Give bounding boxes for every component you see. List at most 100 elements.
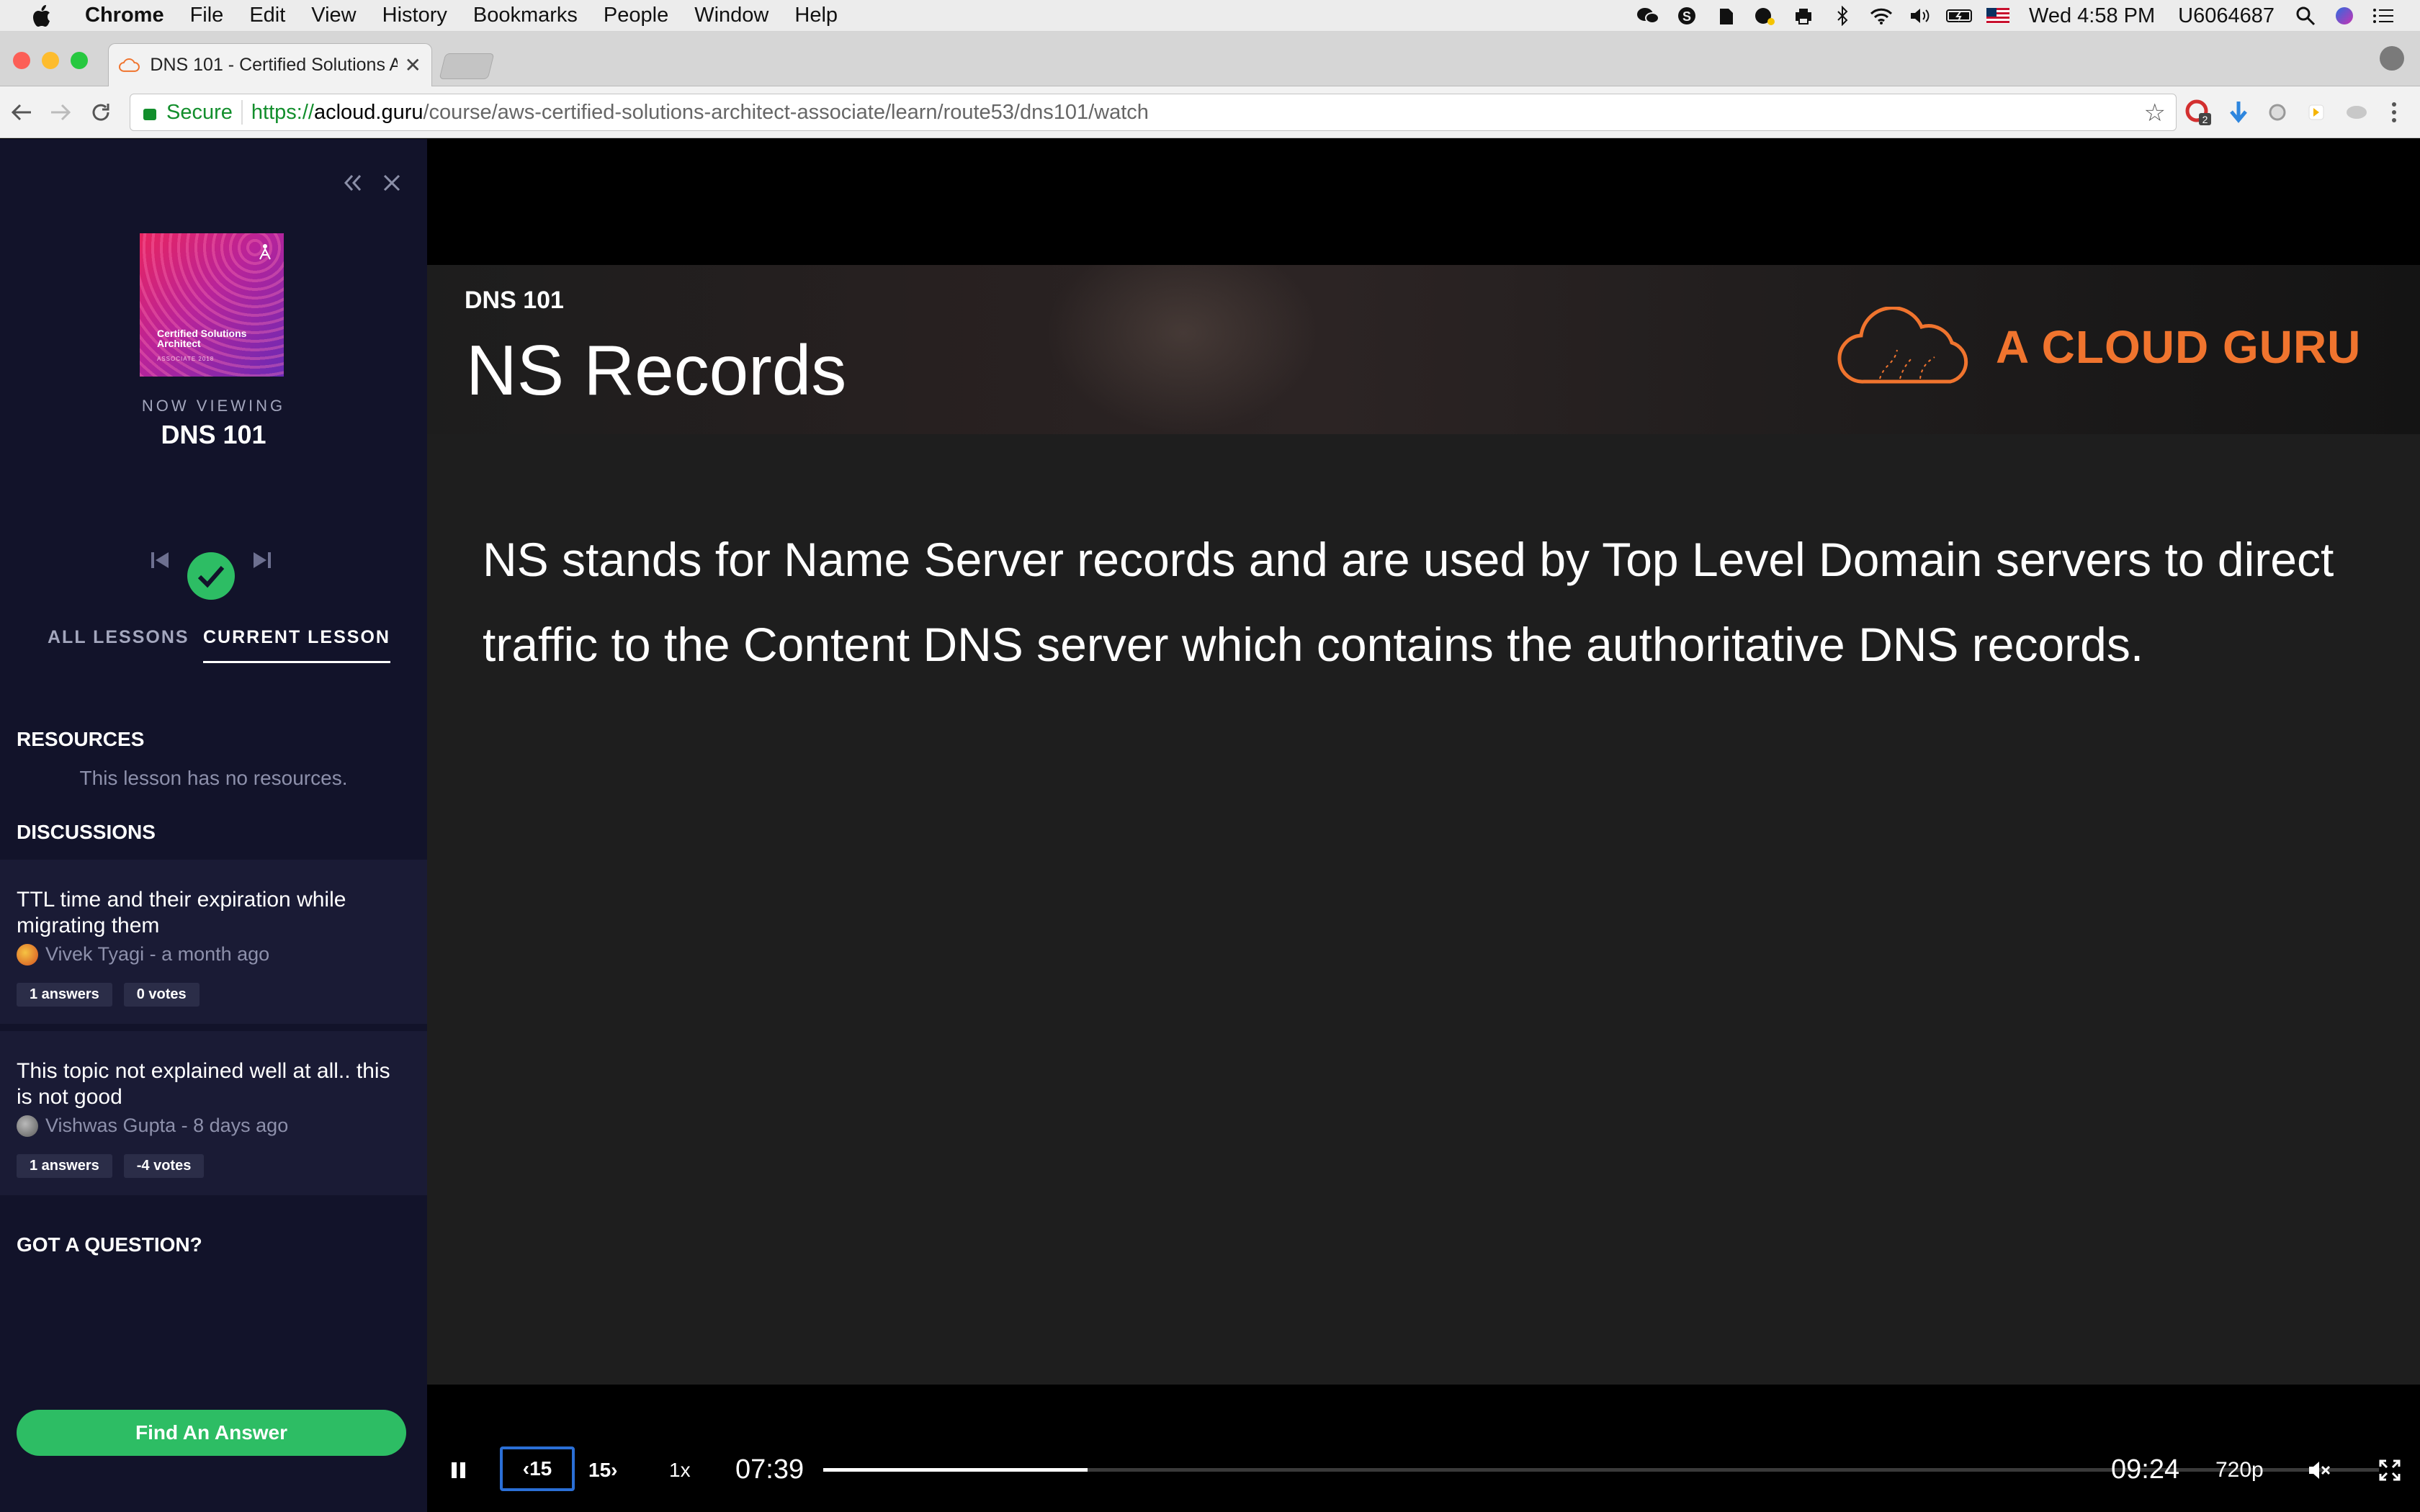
course-thumbnail[interactable]: Certified Solutions Architect ASSOCIATE … [140,233,284,377]
votes-badge: -4 votes [123,1154,205,1178]
lesson-sidebar: Certified Solutions Architect ASSOCIATE … [0,139,427,1512]
menu-view[interactable]: View [311,4,356,27]
brand-wordmark: A CLOUD GURU [1996,321,2362,373]
discussion-badges: 1 answers 0 votes [17,983,411,1007]
secure-label: Secure [166,100,233,124]
avatar [17,943,38,966]
answers-badge: 1 answers [17,983,112,1007]
progress-bar-fill [823,1468,1088,1472]
menu-history[interactable]: History [382,4,447,27]
cloud-logo-icon [1837,307,1968,384]
rewind-chevron-icon: ‹ [522,1457,530,1480]
apple-icon[interactable] [27,2,55,30]
norton-icon[interactable] [1752,5,1778,27]
skype-icon[interactable]: S [1674,5,1700,27]
duration-time: 09:24 [2111,1454,2180,1485]
discussion-meta: Vivek Tyagi - a month ago [17,943,411,966]
tab-close-icon[interactable]: ✕ [405,53,421,77]
browser-toolbar: Secure https://acloud.guru/course/aws-ce… [0,86,2420,138]
svg-text:S: S [1682,9,1691,24]
address-bar[interactable]: Secure https://acloud.guru/course/aws-ce… [130,94,2177,131]
discussion-item[interactable]: This topic not explained well at all.. t… [0,1031,427,1195]
siri-icon[interactable] [2331,5,2357,27]
window-minimize-button[interactable] [42,52,59,69]
quality-button[interactable]: 720p [2215,1428,2264,1512]
menu-file[interactable]: File [190,4,224,27]
current-lesson-title: DNS 101 [161,420,266,449]
lesson-complete-check-icon[interactable] [187,552,235,600]
extension-adblock-icon[interactable]: 2 [2184,98,2213,127]
notification-center-icon[interactable] [2370,5,2396,27]
find-an-answer-button[interactable]: Find An Answer [17,1410,406,1456]
course-thumbnail-title: Certified Solutions Architect [157,328,247,349]
chrome-menu-icon[interactable] [2380,98,2408,127]
menu-help[interactable]: Help [794,4,838,27]
window-close-button[interactable] [13,52,30,69]
wifi-icon[interactable] [1868,5,1894,27]
slide-body: NS stands for Name Server records and ar… [427,434,2420,1385]
bluetooth-icon[interactable] [1829,5,1855,27]
menu-people[interactable]: People [604,4,668,27]
discussion-item[interactable]: TTL time and their expiration while migr… [0,860,427,1024]
printer-icon[interactable] [1791,5,1816,27]
answers-badge: 1 answers [17,1154,112,1178]
player-controls: ‹ 15 15 › 1x 07:39 09:24 720p [427,1428,2420,1512]
discussion-time: a month ago [161,943,270,965]
extension-yellow-icon[interactable] [2302,98,2331,127]
now-viewing-label: NOW VIEWING [141,397,286,415]
slide-text: NS stands for Name Server records and ar… [483,533,2334,671]
close-sidebar-icon[interactable] [382,168,402,200]
menu-window[interactable]: Window [694,4,768,27]
pause-icon[interactable] [450,1428,467,1512]
window-zoom-button[interactable] [71,52,88,69]
evernote-icon[interactable] [1713,5,1739,27]
rewind-15-button[interactable]: ‹ 15 [500,1446,575,1491]
previous-lesson-icon[interactable] [150,551,170,575]
lock-icon [143,109,156,120]
us-flag-icon[interactable] [1985,5,2011,27]
menubar-clock[interactable]: Wed 4:58 PM [2029,4,2155,28]
omnibox-divider [241,100,243,125]
extension-circle-icon[interactable] [2263,98,2292,127]
avatar [17,1115,38,1137]
reload-icon[interactable] [85,96,117,128]
discussion-author: Vivek Tyagi [45,943,145,965]
discussion-question[interactable]: This topic not explained well at all.. t… [17,1058,405,1110]
slide-header: DNS 101 NS Records A CLOUD GURU [427,265,2420,434]
video-player[interactable]: DNS 101 NS Records A CLOUD GURU NS stand… [427,139,2420,1512]
battery-icon[interactable] [1945,5,1972,27]
next-lesson-icon[interactable] [252,551,272,575]
forward-15-button[interactable]: 15 › [588,1428,617,1512]
discussion-time: 8 days ago [193,1115,289,1136]
bookmark-star-icon[interactable]: ☆ [2144,99,2166,127]
new-tab-button[interactable] [439,53,495,79]
acloudguru-logo-icon [259,244,271,260]
volume-icon[interactable] [1907,5,1933,27]
forward-15-label: 15 [588,1458,611,1481]
menu-app-name[interactable]: Chrome [85,4,164,27]
fullscreen-icon[interactable] [2379,1428,2401,1512]
menu-edit[interactable]: Edit [249,4,285,27]
tab-all-lessons[interactable]: ALL LESSONS [48,627,189,648]
playback-speed-button[interactable]: 1x [669,1428,691,1512]
wechat-icon[interactable] [1635,5,1661,27]
discussion-meta: Vishwas Gupta - 8 days ago [17,1115,411,1137]
menu-bookmarks[interactable]: Bookmarks [473,4,578,27]
mute-icon[interactable] [2308,1428,2331,1512]
meta-separator: - [176,1115,194,1136]
got-a-question-heading: GOT A QUESTION? [17,1233,202,1256]
tab-title: DNS 101 - Certified Solutions Architect [150,55,398,75]
download-arrow-icon[interactable] [2224,98,2253,127]
discussion-question[interactable]: TTL time and their expiration while migr… [17,887,405,939]
spotlight-search-icon[interactable] [2293,5,2318,27]
back-arrow-icon[interactable] [6,96,37,128]
tab-current-lesson[interactable]: CURRENT LESSON [203,627,390,663]
browser-tab-active[interactable]: DNS 101 - Certified Solutions Architect … [108,43,432,86]
macos-menu-bar: Chrome File Edit View History Bookmarks … [0,0,2420,32]
collapse-sidebar-icon[interactable] [343,168,363,200]
menubar-user[interactable]: U6064687 [2178,4,2275,28]
profile-avatar-icon[interactable] [2380,46,2404,71]
forward-arrow-icon[interactable] [45,96,76,128]
discussions-heading: DISCUSSIONS [17,821,156,843]
extension-gray-icon[interactable] [2342,98,2371,127]
